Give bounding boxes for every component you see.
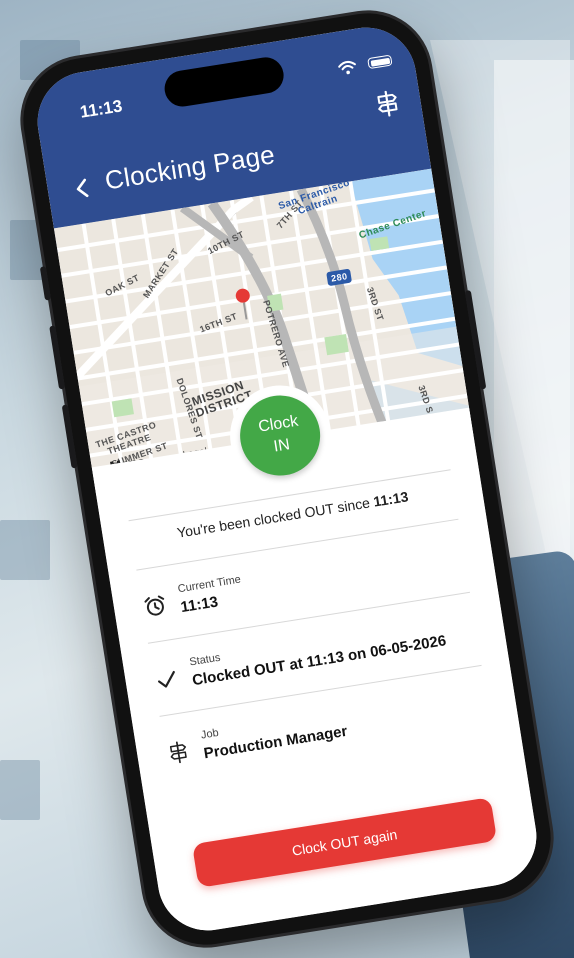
signpost-icon[interactable] — [375, 89, 401, 118]
photo-background: 11:13 Clocking Page OAK ST MARKET ST 10T… — [0, 0, 574, 958]
clock-in-button[interactable]: Clock IN — [234, 389, 326, 482]
checkmark-icon — [158, 670, 175, 688]
job-value: Production Manager — [202, 722, 349, 763]
volume-down-button — [61, 404, 78, 469]
wifi-icon — [338, 60, 356, 75]
battery-icon — [367, 54, 393, 70]
clock-in-label-line1: Clock — [257, 412, 300, 436]
status-label: Status — [188, 651, 222, 669]
alarm-clock-icon — [144, 595, 165, 616]
background-window — [0, 760, 40, 820]
volume-up-button — [49, 325, 66, 390]
side-button — [39, 266, 52, 301]
signpost-icon — [169, 741, 187, 764]
current-time-label: Current Time — [176, 573, 242, 596]
current-time-value: 11:13 — [179, 593, 220, 617]
page-title: Clocking Page — [102, 139, 277, 196]
status-bar-time: 11:13 — [78, 96, 124, 122]
background-window — [0, 520, 50, 580]
chevron-left-icon[interactable] — [70, 176, 95, 201]
job-label: Job — [200, 726, 220, 742]
clock-in-label-line2: IN — [272, 436, 291, 456]
dynamic-island — [162, 54, 287, 110]
